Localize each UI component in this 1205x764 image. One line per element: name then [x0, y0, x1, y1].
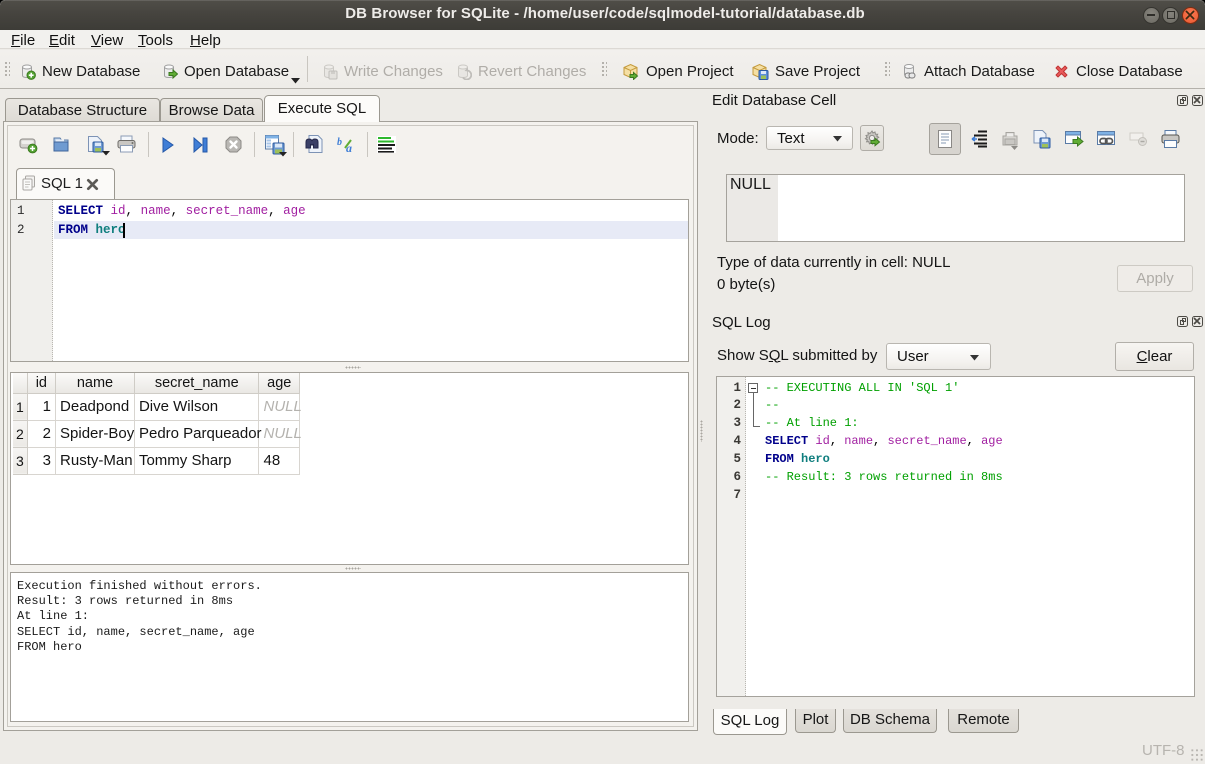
- svg-text:b: b: [337, 137, 342, 148]
